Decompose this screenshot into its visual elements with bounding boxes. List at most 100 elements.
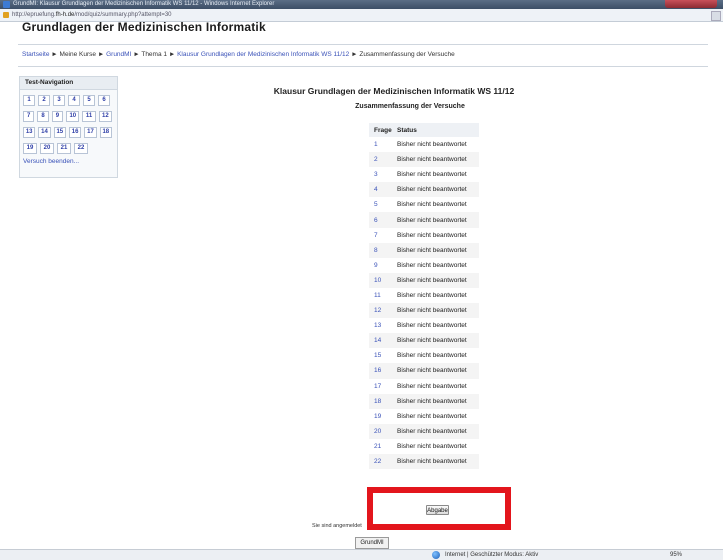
table-row: 13 Bisher nicht beantwortet xyxy=(369,318,479,333)
refresh-button[interactable] xyxy=(711,11,721,21)
table-row: 8 Bisher nicht beantwortet xyxy=(369,242,479,258)
question-nav-button[interactable]: 13 xyxy=(23,127,36,138)
question-link[interactable]: 1 xyxy=(374,141,378,148)
question-nav-button[interactable]: 6 xyxy=(98,95,110,106)
table-row: 5 Bisher nicht beantwortet xyxy=(369,197,479,212)
question-link[interactable]: 17 xyxy=(374,383,381,390)
question-link[interactable]: 10 xyxy=(374,277,381,284)
question-link[interactable]: 14 xyxy=(374,337,381,344)
question-nav-button[interactable]: 12 xyxy=(98,111,112,122)
question-status-cell: Bisher nicht beantwortet xyxy=(397,261,467,269)
question-nav-button[interactable]: 18 xyxy=(99,127,112,138)
breadcrumb-separator: ► xyxy=(51,51,58,58)
question-nav-button[interactable]: 15 xyxy=(53,127,66,138)
login-info: Sie sind angemeldet xyxy=(312,523,362,529)
table-row: 4 Bisher nicht beantwortet xyxy=(369,182,479,198)
question-status-cell: Bisher nicht beantwortet xyxy=(397,141,467,149)
question-link[interactable]: 16 xyxy=(374,367,381,374)
question-nav-button[interactable]: 4 xyxy=(68,95,80,106)
question-link[interactable]: 7 xyxy=(374,232,378,239)
table-row: 2 Bisher nicht beantwortet xyxy=(369,152,479,168)
question-number-cell: 14 xyxy=(369,333,392,349)
question-number-cell: 22 xyxy=(369,453,392,470)
question-link[interactable]: 15 xyxy=(374,352,381,359)
question-number-cell: 12 xyxy=(369,303,392,319)
question-link[interactable]: 19 xyxy=(374,413,381,420)
window-titlebar: GrundMI: Klausur Grundlagen der Medizini… xyxy=(0,0,723,9)
ie-icon xyxy=(3,1,10,8)
question-nav-button[interactable]: 7 xyxy=(23,111,35,122)
breadcrumb-course[interactable]: GrundMI xyxy=(106,51,131,58)
table-row: 14 Bisher nicht beantwortet xyxy=(369,333,479,349)
table-row: 6 Bisher nicht beantwortet xyxy=(369,212,479,228)
question-nav-button[interactable]: 19 xyxy=(23,143,37,154)
question-number-cell: 5 xyxy=(369,197,392,212)
question-nav-button[interactable]: 17 xyxy=(84,127,97,138)
breadcrumb-separator: ► xyxy=(168,51,176,58)
course-home-button[interactable]: GrundMI xyxy=(355,537,389,549)
breadcrumb-quiz[interactable]: Klausur Grundlagen der Medizinischen Inf… xyxy=(177,51,349,58)
breadcrumb-separator: ► xyxy=(97,51,105,58)
divider xyxy=(18,66,708,67)
question-status-cell: Bisher nicht beantwortet xyxy=(397,412,467,420)
quiz-navigation-block: Test-Navigation 1 2 3 4 5 6 7 8 9 10 11 12 13 14 15 16 1… xyxy=(19,76,118,178)
question-nav-button[interactable]: 21 xyxy=(57,143,71,154)
table-row: 19 Bisher nicht beantwortet xyxy=(369,409,479,424)
question-link[interactable]: 5 xyxy=(374,201,378,208)
question-nav-button[interactable]: 1 xyxy=(23,95,35,106)
window-controls[interactable] xyxy=(665,0,717,8)
question-status-cell: Bisher nicht beantwortet xyxy=(397,322,467,330)
question-link[interactable]: 13 xyxy=(374,322,381,329)
site-title: Grundlagen der Medizinischen Informatik xyxy=(22,20,266,34)
question-number-cell: 20 xyxy=(369,423,392,439)
question-link[interactable]: 21 xyxy=(374,443,381,450)
question-nav-button[interactable]: 2 xyxy=(38,95,50,106)
question-link[interactable]: 12 xyxy=(374,307,381,314)
highlight-box xyxy=(367,487,511,530)
question-number-cell: 2 xyxy=(369,152,392,168)
question-nav-button[interactable]: 9 xyxy=(51,111,64,122)
question-nav-button[interactable]: 22 xyxy=(74,143,88,154)
question-number-cell: 3 xyxy=(369,167,392,182)
question-link[interactable]: 8 xyxy=(374,247,378,254)
question-status-cell: Bisher nicht beantwortet xyxy=(397,231,467,239)
question-link[interactable]: 22 xyxy=(374,458,381,465)
question-nav-button[interactable]: 11 xyxy=(82,111,96,122)
question-link[interactable]: 6 xyxy=(374,217,378,224)
column-header-status: Status xyxy=(392,123,479,137)
question-link[interactable]: 2 xyxy=(374,156,378,163)
question-link[interactable]: 3 xyxy=(374,171,378,178)
summary-heading: Zusammenfassung der Versuche xyxy=(355,103,465,110)
question-nav-button[interactable]: 3 xyxy=(53,95,65,106)
question-link[interactable]: 11 xyxy=(374,292,381,299)
breadcrumb-separator: ► xyxy=(351,51,358,58)
question-number-cell: 11 xyxy=(369,288,392,303)
question-nav-button[interactable]: 14 xyxy=(38,127,51,138)
question-status-cell: Bisher nicht beantwortet xyxy=(397,382,467,390)
question-nav-button[interactable]: 16 xyxy=(68,127,82,138)
question-link[interactable]: 18 xyxy=(374,398,381,405)
status-bar: Internet | Geschützter Modus: Aktiv 95% xyxy=(0,549,723,560)
question-number-cell: 8 xyxy=(369,242,392,258)
question-nav-button[interactable]: 8 xyxy=(37,111,49,122)
question-nav-button[interactable]: 20 xyxy=(40,143,54,154)
table-row: 7 Bisher nicht beantwortet xyxy=(369,228,479,243)
question-button-row: 13 14 15 16 17 18 xyxy=(23,127,115,138)
finish-attempt-link[interactable]: Versuch beenden... xyxy=(23,158,79,165)
question-number-cell: 16 xyxy=(369,363,392,379)
question-link[interactable]: 20 xyxy=(374,428,381,435)
question-link[interactable]: 4 xyxy=(374,186,378,193)
question-nav-button[interactable]: 10 xyxy=(66,111,80,122)
table-row: 22 Bisher nicht beantwortet xyxy=(369,453,479,470)
question-nav-button[interactable]: 5 xyxy=(83,95,95,106)
question-status-cell: Bisher nicht beantwortet xyxy=(392,453,479,470)
question-link[interactable]: 9 xyxy=(374,262,378,269)
question-button-row: 123456 xyxy=(23,95,115,106)
question-number-cell: 9 xyxy=(369,258,392,273)
breadcrumb-current: Zusammenfassung der Versuche xyxy=(359,51,455,58)
question-status-cell: Bisher nicht beantwortet xyxy=(392,363,479,379)
breadcrumb-home[interactable]: Startseite xyxy=(22,51,49,58)
column-header-question: Frage xyxy=(369,123,392,137)
question-status-cell: Bisher nicht beantwortet xyxy=(392,182,479,198)
breadcrumb-separator: ► xyxy=(133,51,140,58)
